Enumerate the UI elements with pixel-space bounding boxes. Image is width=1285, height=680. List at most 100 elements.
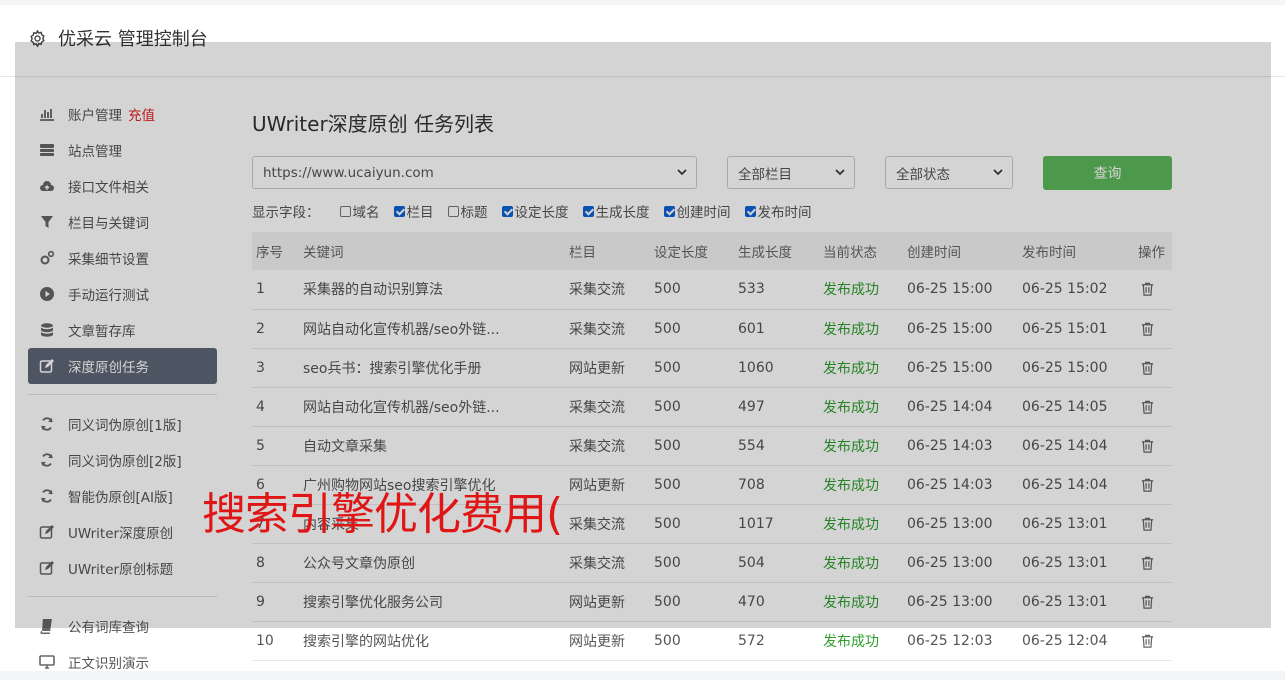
table-cell: 4 — [252, 387, 303, 427]
table-cell: 网站自动化宣传机器/seo外链... — [303, 309, 569, 349]
checkbox-unchecked-icon — [339, 205, 351, 217]
sidebar-item[interactable]: 站点管理 — [28, 132, 217, 168]
trash-icon[interactable] — [1140, 321, 1155, 337]
sidebar-item[interactable]: 智能伪原创[AI版] — [28, 478, 217, 514]
table-cell: 06-25 15:00 — [907, 270, 1022, 310]
sidebar-item-label: 接口文件相关 — [68, 180, 149, 196]
table-cell: 公众号文章伪原创 — [303, 543, 569, 583]
sidebar-item[interactable]: 深度原创任务 — [28, 348, 217, 384]
table-cell: 601 — [738, 309, 823, 349]
column-header: 序号 — [256, 245, 283, 261]
trash-icon[interactable] — [1140, 477, 1155, 493]
sidebar-item[interactable]: 公有词库查询 — [28, 608, 217, 644]
table-cell: 网站更新 — [569, 621, 654, 661]
sidebar-item[interactable]: 采集细节设置 — [28, 240, 217, 276]
table-row: 2 网站自动化宣传机器/seo外链... 采集交流 500 601 发布成功 06-25 1… — [252, 309, 1172, 349]
table-cell: 搜索引擎的网站优化 — [303, 621, 569, 661]
main-content: UWriter深度原创 任务列表 https://www.ucaiyun.com… — [252, 96, 1172, 661]
trash-icon[interactable] — [1140, 516, 1155, 532]
chevron-down-icon — [993, 169, 1003, 176]
table-cell: 500 — [654, 465, 738, 505]
table-cell: 3 — [252, 348, 303, 388]
sidebar-item[interactable]: 栏目与关键词 — [28, 204, 217, 240]
sidebar-item[interactable]: 手动运行测试 — [28, 276, 217, 312]
table-cell: 500 — [654, 543, 738, 583]
table-cell: 网站自动化宣传机器/seo外链... — [303, 387, 569, 427]
trash-icon[interactable] — [1140, 399, 1155, 415]
field-checkbox[interactable]: 标题 — [447, 201, 488, 221]
table-cell: 网站更新 — [569, 348, 654, 388]
sidebar-item[interactable]: 账户管理 充值 — [28, 96, 217, 132]
table-row: 10 搜索引擎的网站优化 网站更新 500 572 发布成功 06-25 12:03 06-2… — [252, 621, 1172, 661]
status-cell: 发布成功 — [823, 465, 907, 505]
sidebar-item[interactable]: 接口文件相关 — [28, 168, 217, 204]
refresh-icon — [38, 415, 56, 433]
table-cell: 1017 — [738, 504, 823, 544]
table-cell: 9 — [252, 582, 303, 622]
action-cell — [1138, 426, 1172, 466]
field-checkbox[interactable]: 设定长度 — [501, 201, 569, 221]
sidebar-item-label: 正文识别演示 — [68, 656, 149, 672]
table-cell: 533 — [738, 270, 823, 310]
trash-icon[interactable] — [1140, 555, 1155, 571]
field-checkbox-label: 栏目 — [406, 205, 434, 221]
field-checkbox[interactable]: 创建时间 — [663, 201, 731, 221]
sidebar-item[interactable]: UWriter深度原创 — [28, 514, 217, 550]
table-cell: 708 — [738, 465, 823, 505]
field-checkbox[interactable]: 栏目 — [393, 201, 434, 221]
status-select-value: 全部状态 — [896, 166, 950, 183]
field-checkbox[interactable]: 域名 — [339, 201, 380, 221]
gear-icon — [30, 29, 45, 47]
query-button[interactable]: 查询 — [1043, 156, 1172, 190]
trash-icon[interactable] — [1140, 360, 1155, 376]
bar-chart-icon — [38, 105, 56, 123]
sidebar-item[interactable]: 文章暂存库 — [28, 312, 217, 348]
recharge-link[interactable]: 充值 — [128, 104, 155, 124]
table-cell: 5 — [252, 426, 303, 466]
sidebar-item[interactable]: UWriter原创标题 — [28, 550, 217, 586]
table-cell: 采集交流 — [569, 270, 654, 310]
sidebar-item-label: UWriter深度原创 — [68, 526, 174, 542]
checkbox-checked-icon — [393, 205, 405, 217]
table-cell: 500 — [654, 270, 738, 310]
table-cell: 自动文章采集 — [303, 426, 569, 466]
server-icon — [38, 141, 56, 159]
status-cell: 发布成功 — [823, 621, 907, 661]
column-header: 栏目 — [569, 245, 596, 261]
trash-icon[interactable] — [1140, 438, 1155, 454]
table-cell: 06-25 14:03 — [907, 426, 1022, 466]
column-header: 创建时间 — [907, 245, 961, 261]
table-cell: 504 — [738, 543, 823, 583]
table-cell: 06-25 15:00 — [907, 309, 1022, 349]
sidebar-item-label: 同义词伪原创[2版] — [68, 454, 182, 470]
sidebar-item-label: 采集细节设置 — [68, 252, 149, 268]
sidebar-item[interactable]: 同义词伪原创[2版] — [28, 442, 217, 478]
status-select[interactable]: 全部状态 — [885, 156, 1013, 189]
status-cell: 发布成功 — [823, 348, 907, 388]
table-cell: 06-25 13:00 — [907, 582, 1022, 622]
sidebar-item[interactable]: 正文识别演示 — [28, 644, 217, 680]
field-checkbox-label: 生成长度 — [595, 205, 650, 221]
edit-icon — [38, 559, 56, 577]
trash-icon[interactable] — [1140, 594, 1155, 610]
table-cell: 采集交流 — [569, 426, 654, 466]
status-cell: 发布成功 — [823, 504, 907, 544]
sidebar-item-label: 账户管理 — [68, 108, 122, 124]
table-cell: 554 — [738, 426, 823, 466]
trash-icon[interactable] — [1140, 281, 1155, 297]
field-checkbox[interactable]: 发布时间 — [744, 201, 812, 221]
trash-icon[interactable] — [1140, 633, 1155, 649]
sidebar-item[interactable]: 同义词伪原创[1版] — [28, 406, 217, 442]
table-cell: 500 — [654, 348, 738, 388]
table-cell: 06-25 14:03 — [907, 465, 1022, 505]
table-cell: 06-25 15:01 — [1022, 309, 1138, 349]
site-select-value: https://www.ucaiyun.com — [263, 164, 434, 181]
sidebar-item-label: 栏目与关键词 — [68, 216, 149, 232]
chevron-down-icon — [677, 169, 687, 176]
table-cell: 1060 — [738, 348, 823, 388]
site-select[interactable]: https://www.ucaiyun.com — [252, 156, 697, 189]
cloud-upload-icon — [38, 177, 56, 195]
column-select[interactable]: 全部栏目 — [727, 156, 855, 189]
table-cell: 500 — [654, 387, 738, 427]
field-checkbox[interactable]: 生成长度 — [582, 201, 650, 221]
